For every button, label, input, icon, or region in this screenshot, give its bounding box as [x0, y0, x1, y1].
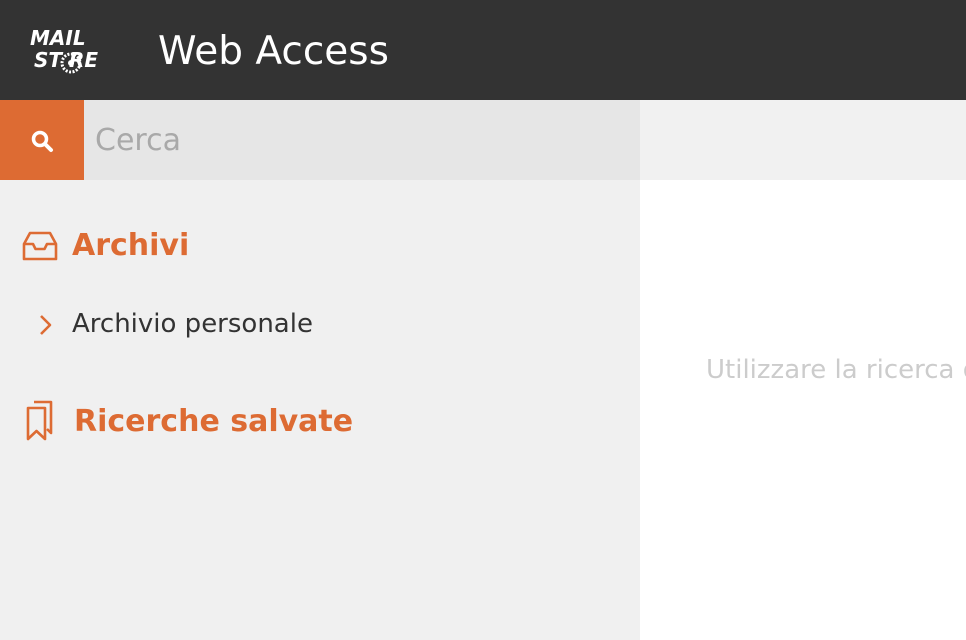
archives-heading[interactable]: Archivi	[72, 228, 189, 264]
search-icon	[31, 130, 53, 152]
chevron-right-icon	[40, 315, 52, 335]
main-content: Utilizzare la ricerca o	[640, 180, 966, 640]
app-title: Web Access	[158, 29, 389, 74]
mailstore-logo[interactable]: MAIL ST RE	[28, 28, 124, 74]
tree-item-label: Archivio personale	[72, 309, 313, 339]
sidebar: Archivi Archivio personale Ricerche salv…	[0, 180, 640, 640]
saved-searches-heading[interactable]: Ricerche salvate	[74, 404, 353, 440]
app-header: MAIL ST RE Web Access	[0, 0, 966, 100]
logo-text-line1: MAIL	[30, 26, 86, 50]
empty-state-hint: Utilizzare la ricerca o	[706, 355, 966, 385]
search-button[interactable]	[0, 100, 84, 180]
search-bar	[0, 100, 966, 180]
logo-disc-icon	[60, 52, 82, 74]
bookmarks-icon	[26, 400, 53, 441]
tree-item-archivio-personale[interactable]: Archivio personale	[36, 304, 436, 344]
search-input[interactable]	[84, 100, 640, 180]
inbox-icon	[22, 231, 58, 261]
